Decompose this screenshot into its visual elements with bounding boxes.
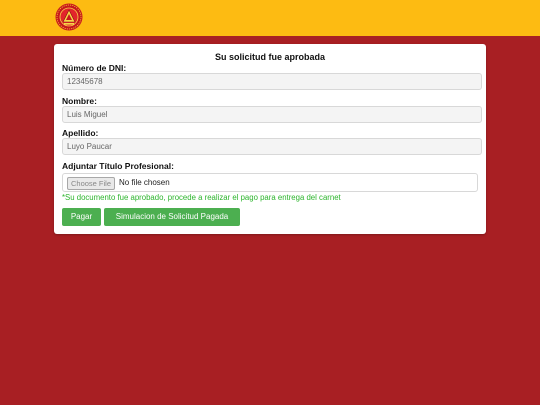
header-bar [0, 0, 540, 36]
institution-seal-icon[interactable] [55, 3, 83, 31]
dni-label: Número de DNI: [62, 63, 127, 73]
simulacion-button[interactable]: Simulacion de Solicitud Pagada [104, 208, 240, 226]
apellido-label: Apellido: [62, 128, 99, 138]
approval-card: Su solicitud fue aprobada Número de DNI:… [54, 44, 486, 234]
apellido-field[interactable]: Luyo Paucar [62, 138, 482, 155]
nombre-field[interactable]: Luis Miguel [62, 106, 482, 123]
file-status-text: No file chosen [119, 178, 170, 187]
choose-file-button[interactable]: Choose File [67, 177, 116, 190]
dni-field[interactable]: 12345678 [62, 73, 482, 90]
nombre-label: Nombre: [62, 96, 97, 106]
adjuntar-label: Adjuntar Título Profesional: [62, 161, 174, 171]
page-title: Su solicitud fue aprobada [214, 52, 325, 62]
approval-note: *Su documento fue aprobado, procede a re… [62, 193, 341, 202]
file-input[interactable]: Choose File No file chosen [62, 173, 478, 192]
pagar-button[interactable]: Pagar [62, 208, 101, 226]
